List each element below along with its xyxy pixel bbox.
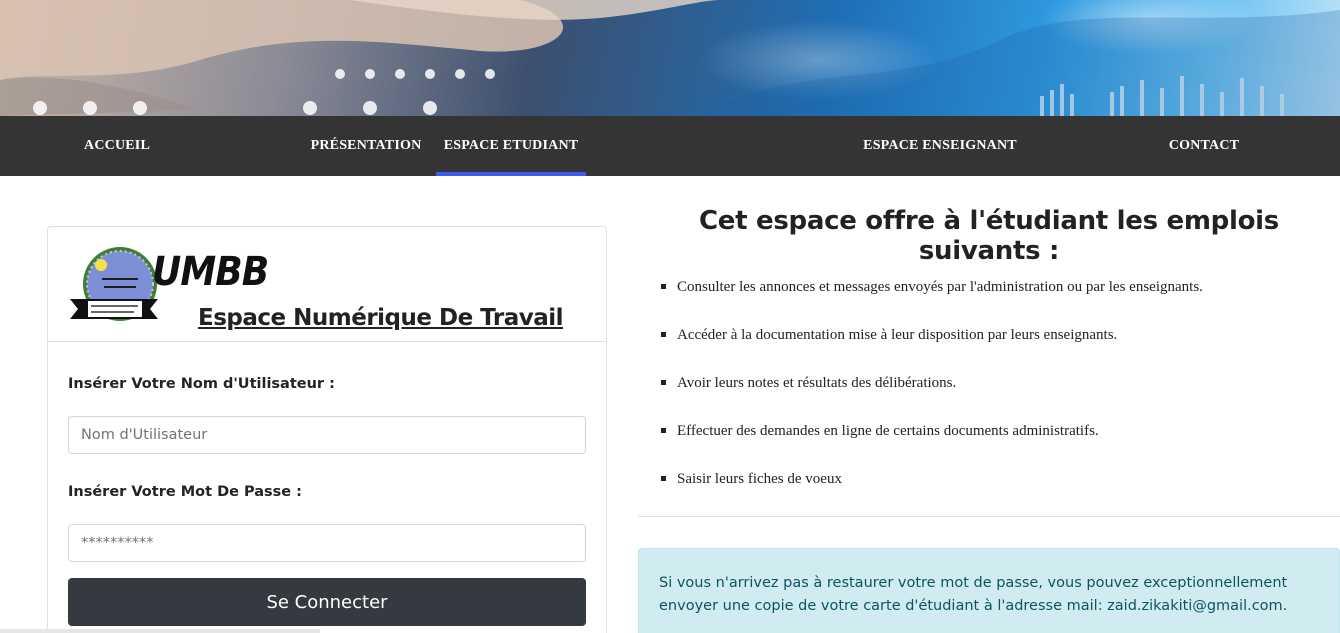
username-label: Insérer Votre Nom d'Utilisateur :: [68, 376, 335, 392]
header-banner-image: [0, 0, 1340, 116]
nav-item-espace-etudiant[interactable]: ESPACE ETUDIANT: [436, 116, 586, 176]
banner-illustration: [0, 0, 1340, 116]
list-item: Effectuer des demandes en ligne de certa…: [660, 419, 1203, 467]
horizontal-scrollbar[interactable]: [0, 629, 320, 633]
login-card: UMBB Espace Numérique De Travail Insérer…: [47, 226, 607, 633]
login-button[interactable]: Se Connecter: [68, 578, 586, 626]
list-item: Saisir leurs fiches de voeux: [660, 467, 1203, 515]
features-list: Consulter les annonces et messages envoy…: [660, 275, 1203, 515]
list-item: Consulter les annonces et messages envoy…: [660, 275, 1203, 323]
list-item: Avoir leurs notes et résultats des délib…: [660, 371, 1203, 419]
nav-item-accueil[interactable]: ACCUEIL: [42, 116, 192, 176]
page-title: Espace Numérique De Travail: [198, 305, 564, 331]
info-title: Cet espace offre à l'étudiant les emploi…: [699, 206, 1279, 266]
logo-text: UMBB: [152, 249, 269, 295]
password-input[interactable]: [68, 524, 586, 562]
main-navigation: ACCUEIL PRÉSENTATION ESPACE ETUDIANT ESP…: [0, 116, 1340, 176]
nav-item-contact[interactable]: CONTACT: [1130, 116, 1278, 176]
nav-item-espace-enseignant[interactable]: ESPACE ENSEIGNANT: [840, 116, 1040, 176]
list-item: Accéder à la documentation mise à leur d…: [660, 323, 1203, 371]
username-input[interactable]: [68, 416, 586, 454]
nav-item-espace-etudiant-label: ESPACE ETUDIANT: [443, 138, 579, 153]
section-divider: [638, 516, 1340, 517]
password-recovery-notice: Si vous n'arrivez pas à restaurer votre …: [638, 548, 1340, 633]
password-label: Insérer Votre Mot De Passe :: [68, 484, 302, 500]
login-card-header: UMBB Espace Numérique De Travail: [48, 227, 606, 342]
